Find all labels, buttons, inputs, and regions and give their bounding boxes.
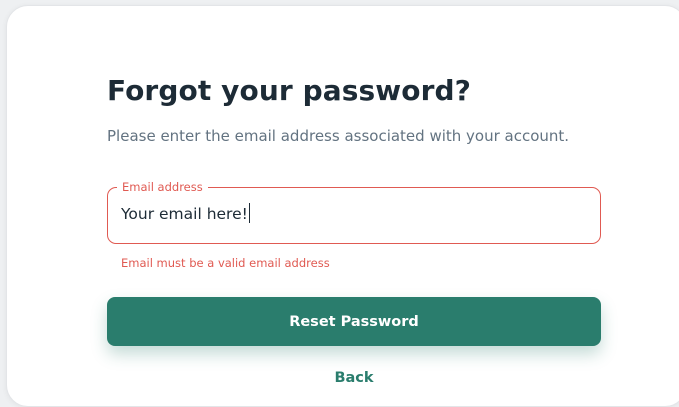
back-link[interactable]: Back xyxy=(107,370,601,386)
forgot-password-card: Forgot your password? Please enter the e… xyxy=(6,5,679,407)
page-title: Forgot your password? xyxy=(107,74,471,107)
email-field-label: Email address xyxy=(117,180,208,194)
text-caret xyxy=(248,203,250,223)
reset-password-button[interactable]: Reset Password xyxy=(107,297,601,346)
email-error-message: Email must be a valid email address xyxy=(121,256,330,270)
email-input[interactable]: Your email here! xyxy=(121,202,581,226)
email-field[interactable]: Email address Your email here! xyxy=(107,180,601,244)
page-subtitle: Please enter the email address associate… xyxy=(107,127,570,145)
email-input-value: Your email here! xyxy=(121,205,248,223)
